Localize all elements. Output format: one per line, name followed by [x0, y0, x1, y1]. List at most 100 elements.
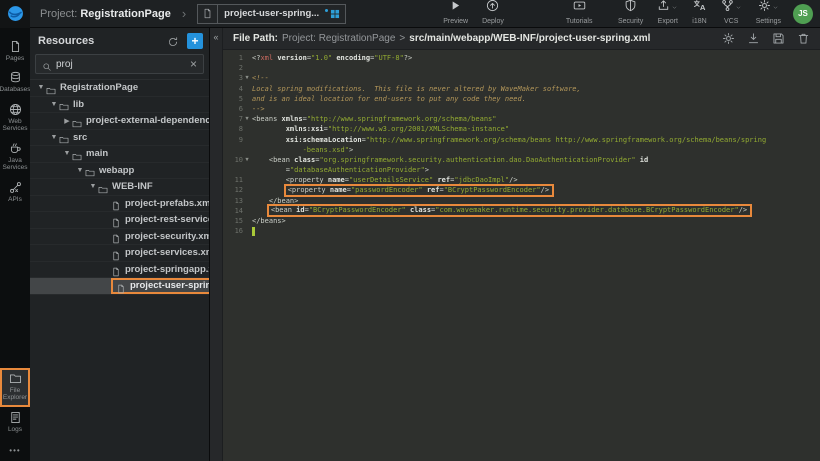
- settings-icon: [758, 0, 771, 17]
- code-line-1[interactable]: 1<?xml version="1.0" encoding="UTF-8"?>: [223, 53, 820, 63]
- sidebar-item-pages[interactable]: Pages: [0, 36, 30, 67]
- download-icon[interactable]: [747, 32, 760, 45]
- chevron-down-icon[interactable]: ▼: [49, 101, 59, 108]
- tree-item-main[interactable]: ▼ main: [30, 146, 209, 163]
- tutorials-button[interactable]: Tutorials: [559, 3, 600, 25]
- delete-icon[interactable]: [797, 32, 810, 45]
- sidebar-item-databases[interactable]: Databases: [0, 67, 30, 98]
- export-button[interactable]: Export: [650, 3, 685, 25]
- tree-item-project-rest-service.xml[interactable]: project-rest-service.xml: [30, 212, 209, 229]
- resources-title: Resources: [38, 35, 167, 47]
- file-icon: [116, 281, 126, 291]
- deploy-button[interactable]: Deploy: [475, 3, 511, 25]
- file-path-label: File Path:: [233, 33, 278, 44]
- tree-item-project-security.xml[interactable]: project-security.xml: [30, 229, 209, 246]
- tree-item-project-prefabs.xml[interactable]: project-prefabs.xml: [30, 196, 209, 213]
- code-line-12[interactable]: 12 <property name="passwordEncoder" ref=…: [223, 185, 820, 195]
- chevron-down-icon[interactable]: ▼: [49, 134, 59, 141]
- resource-search-box[interactable]: ×: [35, 54, 204, 74]
- code-line-7[interactable]: 7▼<beans xmlns="http://www.springframewo…: [223, 114, 820, 124]
- chevron-right-icon[interactable]: ▶: [62, 117, 72, 125]
- code-editor: File Path: Project: RegistrationPage > s…: [223, 28, 820, 461]
- user-avatar[interactable]: JS: [793, 4, 813, 24]
- line-number: 12: [223, 185, 243, 195]
- line-number: 5: [223, 94, 243, 104]
- i18n-button[interactable]: Ai18N: [685, 3, 713, 25]
- chevron-down-icon[interactable]: ▼: [88, 183, 98, 190]
- code-line-8[interactable]: 8 xmlns:xsi="http://www.w3.org/2001/XMLS…: [223, 124, 820, 134]
- tree-item-label: webapp: [99, 165, 134, 176]
- sidebar-item-apis[interactable]: APIs: [0, 177, 30, 208]
- chevron-down-icon[interactable]: ▼: [75, 167, 85, 174]
- tree-item-RegistrationPage[interactable]: ▼RegistrationPage: [30, 80, 209, 97]
- code-line-6[interactable]: 6-->: [223, 104, 820, 114]
- code-line-3[interactable]: 3▼<!--: [223, 73, 820, 83]
- code-line-10[interactable]: 10▼ <bean class="org.springframework.sec…: [223, 155, 820, 165]
- file-tab[interactable]: project-user-spring...: [197, 4, 346, 24]
- fold-toggle-icon[interactable]: ▼: [243, 73, 251, 83]
- wavemaker-logo-icon[interactable]: [0, 0, 30, 28]
- code-line-wrap[interactable]: ="databaseAuthenticationProvider">: [223, 165, 820, 175]
- line-number: 14: [223, 206, 243, 216]
- code-line-5[interactable]: 5and is an ideal location for end-users …: [223, 94, 820, 104]
- file-path-separator: >: [399, 33, 405, 44]
- line-number: 13: [223, 196, 243, 206]
- collapse-panel-button[interactable]: «: [210, 28, 223, 461]
- sidebar-item-file-explorer[interactable]: File Explorer: [0, 368, 30, 407]
- security-button[interactable]: Security: [611, 3, 650, 25]
- tree-item-label: main: [86, 148, 108, 159]
- code-line-wrap[interactable]: -beans.xsd">: [223, 145, 820, 155]
- code-line-2[interactable]: 2: [223, 63, 820, 73]
- vcs-button[interactable]: VCS: [714, 3, 749, 25]
- refresh-icon[interactable]: [167, 35, 179, 47]
- file-tab-label: project-user-spring...: [218, 8, 325, 19]
- folder-icon: [72, 149, 82, 159]
- settings-button[interactable]: Settings: [749, 3, 788, 25]
- line-number: 4: [223, 84, 243, 94]
- sidebar-item-java-services[interactable]: Java Services: [0, 138, 30, 177]
- tree-item-project-external-dependency-jars[interactable]: ▶ project-external-dependency-jars: [30, 113, 209, 130]
- tree-item-webapp[interactable]: ▼ webapp: [30, 163, 209, 180]
- fold-toggle-icon[interactable]: ▼: [243, 155, 251, 165]
- chevron-down-icon[interactable]: ▼: [36, 84, 46, 91]
- modified-dot: [325, 9, 328, 12]
- save-icon[interactable]: [772, 32, 785, 45]
- tutorials-icon: [573, 0, 586, 17]
- add-resource-button[interactable]: +: [187, 33, 203, 49]
- tree-item-project-user-spring.xml[interactable]: project-user-spring.xml: [30, 278, 209, 295]
- tree-item-lib[interactable]: ▼lib: [30, 97, 209, 114]
- file-path-value: src/main/webapp/WEB-INF/project-user-spr…: [409, 33, 650, 44]
- pages-icon: [9, 40, 22, 53]
- editor-settings-icon[interactable]: [722, 32, 735, 45]
- tree-item-WEB-INF[interactable]: ▼WEB-INF: [30, 179, 209, 196]
- markup-grid-icon[interactable]: [330, 6, 340, 24]
- tree-item-label: project-external-dependency-jars: [86, 115, 209, 126]
- code-line-15[interactable]: 15</beans>: [223, 216, 820, 226]
- line-number: 2: [223, 63, 243, 73]
- sidebar-item-web-services[interactable]: Web Services: [0, 99, 30, 138]
- code-area[interactable]: 1<?xml version="1.0" encoding="UTF-8"?>2…: [223, 50, 820, 461]
- code-line-4[interactable]: 4Local spring modifications. This file i…: [223, 84, 820, 94]
- sidebar-item-logs[interactable]: Logs: [0, 407, 30, 438]
- preview-button[interactable]: Preview: [436, 3, 475, 25]
- chevron-down-icon: [671, 0, 678, 16]
- folder-icon: [98, 182, 108, 192]
- tree-item-label: project-prefabs.xml: [125, 198, 209, 209]
- search-input[interactable]: [56, 59, 186, 70]
- line-number: 16: [223, 226, 243, 236]
- line-number: 1: [223, 53, 243, 63]
- code-line-16[interactable]: 16: [223, 226, 820, 236]
- code-line-9[interactable]: 9 xsi:schemaLocation="http://www.springf…: [223, 135, 820, 145]
- chevron-down-icon: [772, 0, 779, 16]
- tree-item-project-springapp.xml[interactable]: project-springapp.xml: [30, 262, 209, 279]
- code-line-14[interactable]: 14 <bean id="BCryptPasswordEncoder" clas…: [223, 206, 820, 216]
- tree-item-src[interactable]: ▼src: [30, 130, 209, 147]
- project-label: Project:: [40, 8, 77, 20]
- file-icon: [111, 198, 121, 208]
- fold-toggle-icon[interactable]: ▼: [243, 114, 251, 124]
- chevron-down-icon[interactable]: ▼: [62, 150, 72, 157]
- clear-search-icon[interactable]: ×: [190, 58, 197, 70]
- line-number: 11: [223, 175, 243, 185]
- tree-item-project-services.xml[interactable]: project-services.xml: [30, 245, 209, 262]
- more-options-dots-icon[interactable]: •••: [9, 438, 20, 457]
